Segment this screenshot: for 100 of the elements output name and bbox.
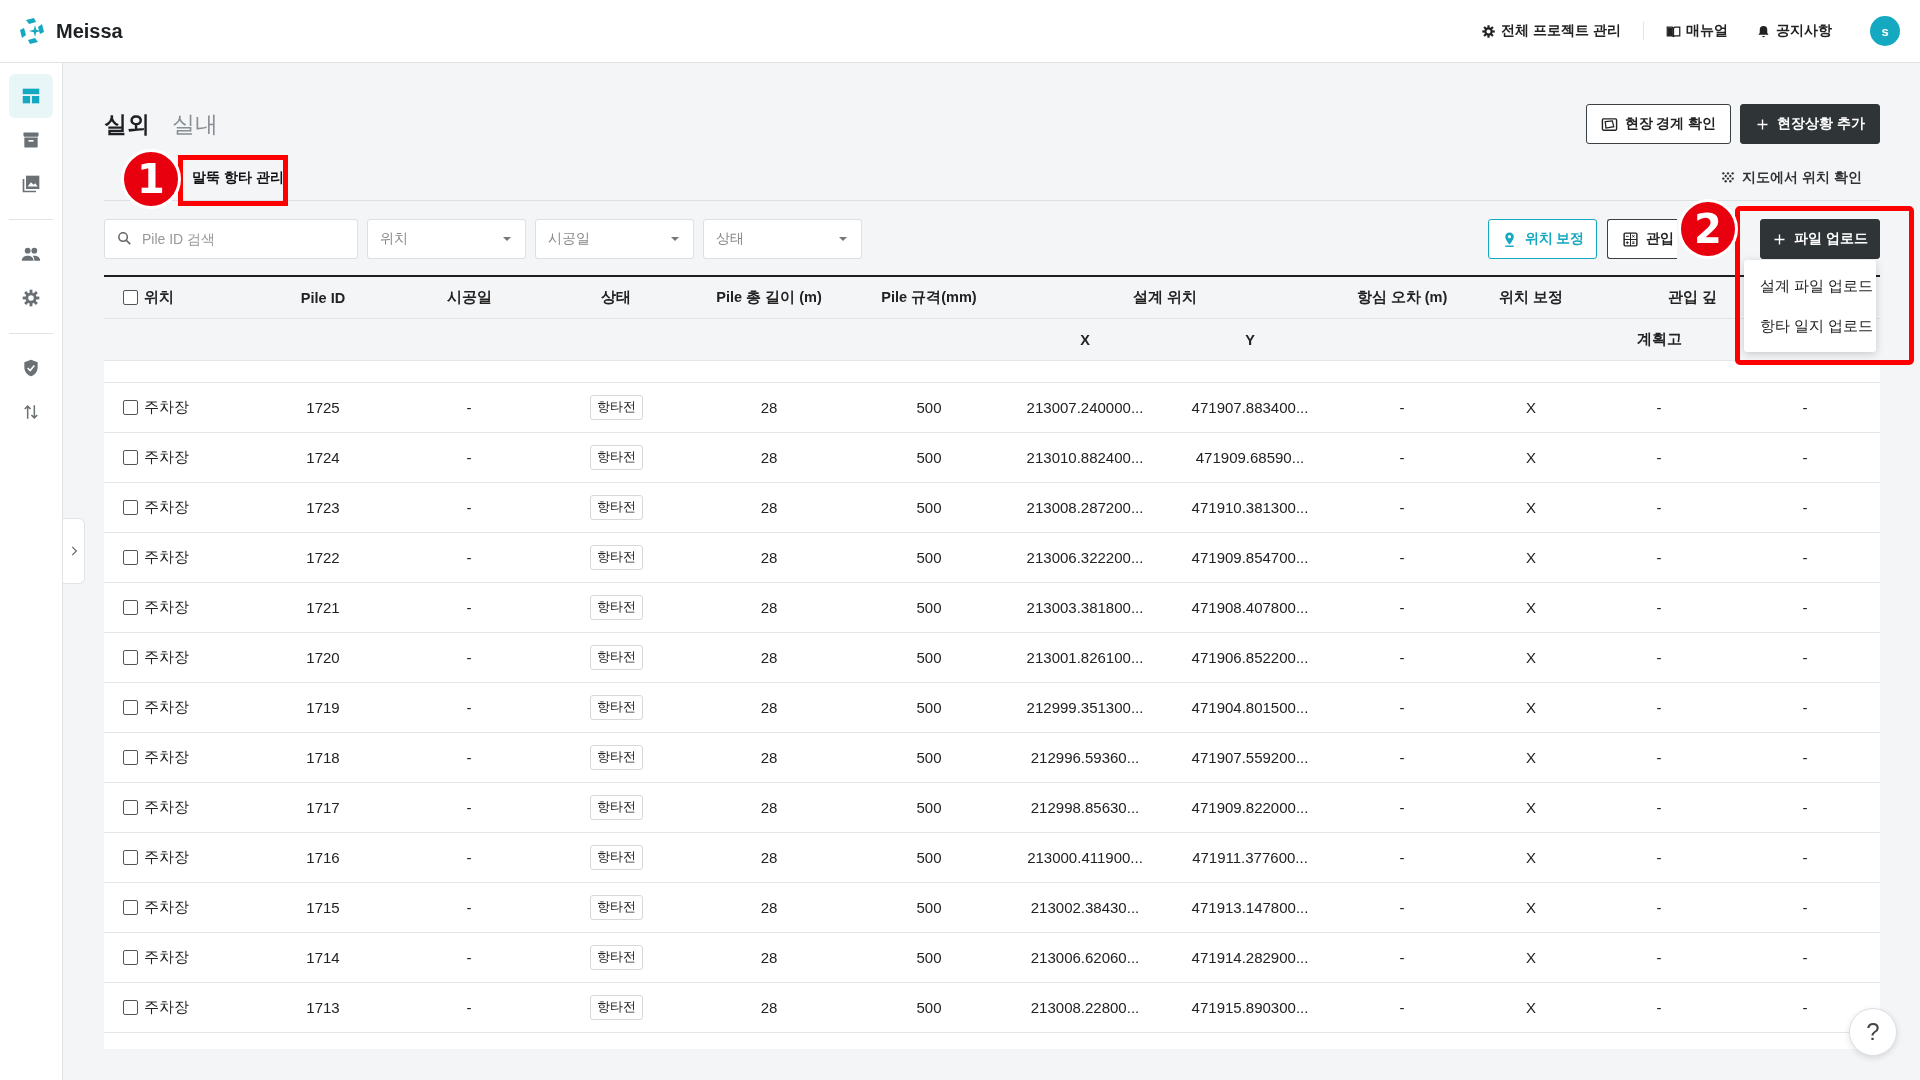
checkbox[interactable] [123, 290, 138, 305]
checkbox[interactable] [123, 850, 138, 865]
sub-tab[interactable]: 말뚝 항타 관리 [192, 169, 284, 187]
table-cell: - [466, 749, 472, 766]
table-cell: 500 [916, 449, 942, 466]
table-cell: 213008.287200... [1026, 499, 1144, 516]
status-tag: 항타전 [589, 745, 643, 770]
table-cell: 212999.351300... [1026, 699, 1144, 716]
table-cell: - [1399, 849, 1405, 866]
table-cell: 212996.59360... [1030, 749, 1140, 766]
table-cell: 500 [916, 699, 942, 716]
checkbox[interactable] [123, 600, 138, 615]
table-cell: - [1802, 399, 1808, 416]
table-cell: 28 [760, 749, 778, 766]
table-cell: - [466, 649, 472, 666]
table-cell: 500 [916, 399, 942, 416]
table-cell: 500 [916, 549, 942, 566]
table-cell: 1724 [306, 449, 340, 466]
table-cell: - [1656, 749, 1662, 766]
checkbox[interactable] [123, 400, 138, 415]
table-cell: - [1802, 999, 1808, 1016]
column-header: 항심 오차 (m) [1330, 277, 1474, 319]
table-cell: 주차장 [144, 998, 189, 1017]
checkbox[interactable] [123, 800, 138, 815]
table-cell: 213001.826100... [1026, 649, 1144, 666]
add-button[interactable]: 파일 업로드 [1760, 219, 1880, 259]
table-cell: 500 [916, 749, 942, 766]
table-cell: - [1399, 399, 1405, 416]
table-cell: - [1399, 749, 1405, 766]
table-cell: 1714 [306, 949, 340, 966]
table-cell: - [1399, 899, 1405, 916]
table-cell: 주차장 [144, 548, 189, 567]
checkbox[interactable] [123, 500, 138, 515]
table-cell: 28 [760, 949, 778, 966]
table-cell: 500 [916, 799, 942, 816]
checkbox[interactable] [123, 900, 138, 915]
calculator-icon [1622, 230, 1639, 248]
table-cell: 500 [916, 899, 942, 916]
table-cell: 주차장 [144, 798, 189, 817]
map-frame-icon [1600, 115, 1618, 133]
view-tab[interactable]: 실외 [104, 108, 150, 140]
table-cell: 28 [760, 999, 778, 1016]
step-number: 1 [121, 149, 181, 209]
table-cell: 주차장 [144, 948, 189, 967]
table-cell: 1715 [306, 899, 340, 916]
table-cell: 28 [760, 399, 778, 416]
table-cell: 1717 [306, 799, 340, 816]
status-tag: 항타전 [589, 545, 643, 570]
table-cell: - [1656, 449, 1662, 466]
table-cell: - [466, 799, 472, 816]
checkbox[interactable] [123, 650, 138, 665]
table-cell: - [1656, 649, 1662, 666]
table-cell: - [1802, 549, 1808, 566]
table-cell: - [1802, 649, 1808, 666]
table-cell: 500 [916, 649, 942, 666]
table-cell: X [1526, 649, 1536, 666]
add-button[interactable]: 현장상황 추가 [1740, 104, 1880, 144]
table-cell: - [1656, 499, 1662, 516]
logo-icon [17, 16, 47, 46]
status-tag: 항타전 [589, 495, 643, 520]
checkbox[interactable] [123, 550, 138, 565]
nav-link[interactable]: 공지사항 [1756, 22, 1832, 40]
search-field[interactable]: Pile ID 검색 [104, 219, 358, 259]
help-button[interactable]: ? [1849, 1008, 1897, 1056]
table-cell: X [1526, 799, 1536, 816]
checkbox[interactable] [123, 700, 138, 715]
table-cell: X [1526, 999, 1536, 1016]
checkbox[interactable] [123, 750, 138, 765]
table-cell: 471913.147800... [1191, 899, 1309, 916]
table-cell: 주차장 [144, 448, 189, 467]
table-cell: 주차장 [144, 398, 189, 417]
table-cell: - [466, 949, 472, 966]
step-number: 2 [1678, 199, 1738, 259]
map-location-link[interactable]: 지도에서 위치 확인 [1721, 169, 1862, 187]
table-cell: X [1526, 699, 1536, 716]
filter-dropdown[interactable]: 상태 [703, 219, 862, 259]
table-cell: - [1802, 949, 1808, 966]
action-button[interactable]: 관입 [1607, 219, 1677, 259]
settings-icon [1481, 23, 1497, 39]
nav-link[interactable]: 매뉴얼 [1666, 22, 1728, 40]
column-header: Pile ID [260, 277, 386, 319]
checkbox[interactable] [123, 950, 138, 965]
table-cell: 471910.381300... [1191, 499, 1309, 516]
table-cell: 주차장 [144, 498, 189, 517]
filter-dropdown[interactable]: 시공일 [535, 219, 694, 259]
table-cell: - [466, 549, 472, 566]
status-tag: 항타전 [589, 695, 643, 720]
status-tag: 항타전 [589, 595, 643, 620]
sidebar-item[interactable] [9, 74, 53, 118]
checkbox[interactable] [123, 450, 138, 465]
table-cell: 28 [760, 799, 778, 816]
table-cell: 471909.68590... [1195, 449, 1305, 466]
status-tag: 항타전 [589, 945, 643, 970]
filter-dropdown[interactable]: 위치 [367, 219, 526, 259]
checkbox[interactable] [123, 1000, 138, 1015]
action-button[interactable]: 현장 경계 확인 [1585, 104, 1732, 144]
nav-link[interactable]: 전체 프로젝트 관리 [1481, 22, 1621, 40]
bell-icon [1756, 23, 1771, 39]
table-cell: - [1399, 949, 1405, 966]
table-cell: 213007.240000... [1026, 399, 1144, 416]
